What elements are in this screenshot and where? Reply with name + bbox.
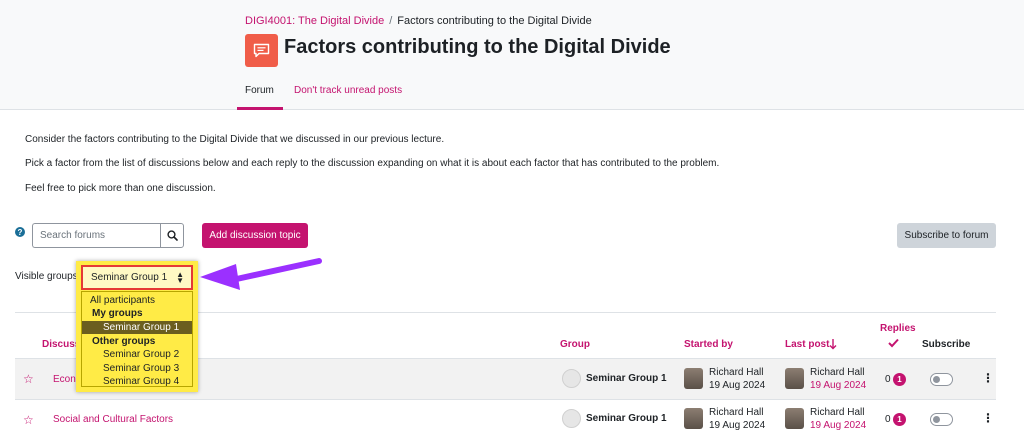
last-post-name: Richard Hall xyxy=(810,407,865,418)
last-post-date[interactable]: 19 Aug 2024 xyxy=(810,380,866,392)
header-last-post[interactable]: Last post xyxy=(785,339,829,350)
unread-badge[interactable]: 1 xyxy=(893,413,906,426)
started-by-name: Richard Hall xyxy=(709,407,764,418)
search-icon xyxy=(166,230,178,241)
option-all-participants[interactable]: All participants xyxy=(82,294,192,307)
sort-down-icon xyxy=(829,339,837,350)
reply-count: 0 xyxy=(885,374,891,385)
group-avatar xyxy=(562,369,581,388)
active-tab-indicator xyxy=(237,107,283,110)
visible-groups-select[interactable]: Seminar Group 1 ▲ ▼ xyxy=(81,265,193,290)
add-discussion-topic-button[interactable]: Add discussion topic xyxy=(202,223,308,248)
avatar xyxy=(684,368,703,389)
breadcrumb-separator: / xyxy=(389,15,393,27)
avatar xyxy=(785,368,804,389)
star-icon[interactable]: ☆ xyxy=(23,413,34,427)
breadcrumb-current: Factors contributing to the Digital Divi… xyxy=(397,15,592,27)
intro-paragraph-2: Pick a factor from the list of discussio… xyxy=(25,158,720,169)
option-seminar-group-2[interactable]: Seminar Group 2 xyxy=(82,348,192,361)
help-icon[interactable]: ? xyxy=(15,227,25,237)
option-seminar-group-3[interactable]: Seminar Group 3 xyxy=(82,362,192,375)
header-group[interactable]: Group xyxy=(560,339,590,350)
breadcrumb: DIGI4001: The Digital Divide / Factors con… xyxy=(245,15,592,27)
unread-badge[interactable]: 1 xyxy=(893,373,906,386)
option-seminar-group-4[interactable]: Seminar Group 4 xyxy=(82,375,192,388)
header-replies[interactable]: Replies xyxy=(880,323,916,334)
avatar xyxy=(684,408,703,429)
more-actions-icon[interactable]: ⋮ xyxy=(982,372,994,384)
subscribe-toggle[interactable] xyxy=(930,413,953,426)
optgroup-my-groups: My groups xyxy=(92,308,143,319)
subscribe-to-forum-button[interactable]: Subscribe to forum xyxy=(897,223,996,248)
groups-dropdown: All participants My groups Seminar Group… xyxy=(81,291,193,387)
started-by-date: 19 Aug 2024 xyxy=(709,380,766,391)
more-actions-icon[interactable]: ⋮ xyxy=(982,412,994,424)
search-button[interactable] xyxy=(160,223,184,248)
reply-count: 0 xyxy=(885,414,891,425)
avatar xyxy=(785,408,804,429)
annotation-arrow xyxy=(200,258,322,290)
forum-icon xyxy=(245,34,278,67)
intro-paragraph-3: Feel free to pick more than one discussi… xyxy=(25,183,216,194)
last-post-date[interactable]: 19 Aug 2024 xyxy=(810,420,866,432)
subscribe-toggle[interactable] xyxy=(930,373,953,386)
page-title: Factors contributing to the Digital Divi… xyxy=(284,36,671,58)
visible-groups-label: Visible groups xyxy=(15,271,78,282)
tab-forum[interactable]: Forum xyxy=(245,85,274,96)
started-by-date: 19 Aug 2024 xyxy=(709,420,766,431)
intro-paragraph-1: Consider the factors contributing to the… xyxy=(25,134,445,145)
select-caret-icon: ▲ ▼ xyxy=(176,270,184,285)
tab-dont-track-unread[interactable]: Don't track unread posts xyxy=(294,85,402,96)
check-icon xyxy=(888,338,899,348)
group-name: Seminar Group 1 xyxy=(586,373,667,384)
discussion-link[interactable]: Social and Cultural Factors xyxy=(53,414,173,425)
group-avatar xyxy=(562,409,581,428)
star-icon[interactable]: ☆ xyxy=(23,372,34,386)
selected-group-value: Seminar Group 1 xyxy=(91,272,168,283)
search-input[interactable] xyxy=(32,223,161,248)
header-subscribe: Subscribe xyxy=(922,339,971,350)
breadcrumb-course-link[interactable]: DIGI4001: The Digital Divide xyxy=(245,15,384,27)
optgroup-other-groups: Other groups xyxy=(92,336,156,347)
speech-bubble-icon xyxy=(253,43,270,58)
group-name: Seminar Group 1 xyxy=(586,413,667,424)
header-started-by[interactable]: Started by xyxy=(684,339,733,350)
started-by-name: Richard Hall xyxy=(709,367,764,378)
option-seminar-group-1[interactable]: Seminar Group 1 xyxy=(82,321,192,334)
last-post-name: Richard Hall xyxy=(810,367,865,378)
table-row-divider xyxy=(15,399,996,400)
